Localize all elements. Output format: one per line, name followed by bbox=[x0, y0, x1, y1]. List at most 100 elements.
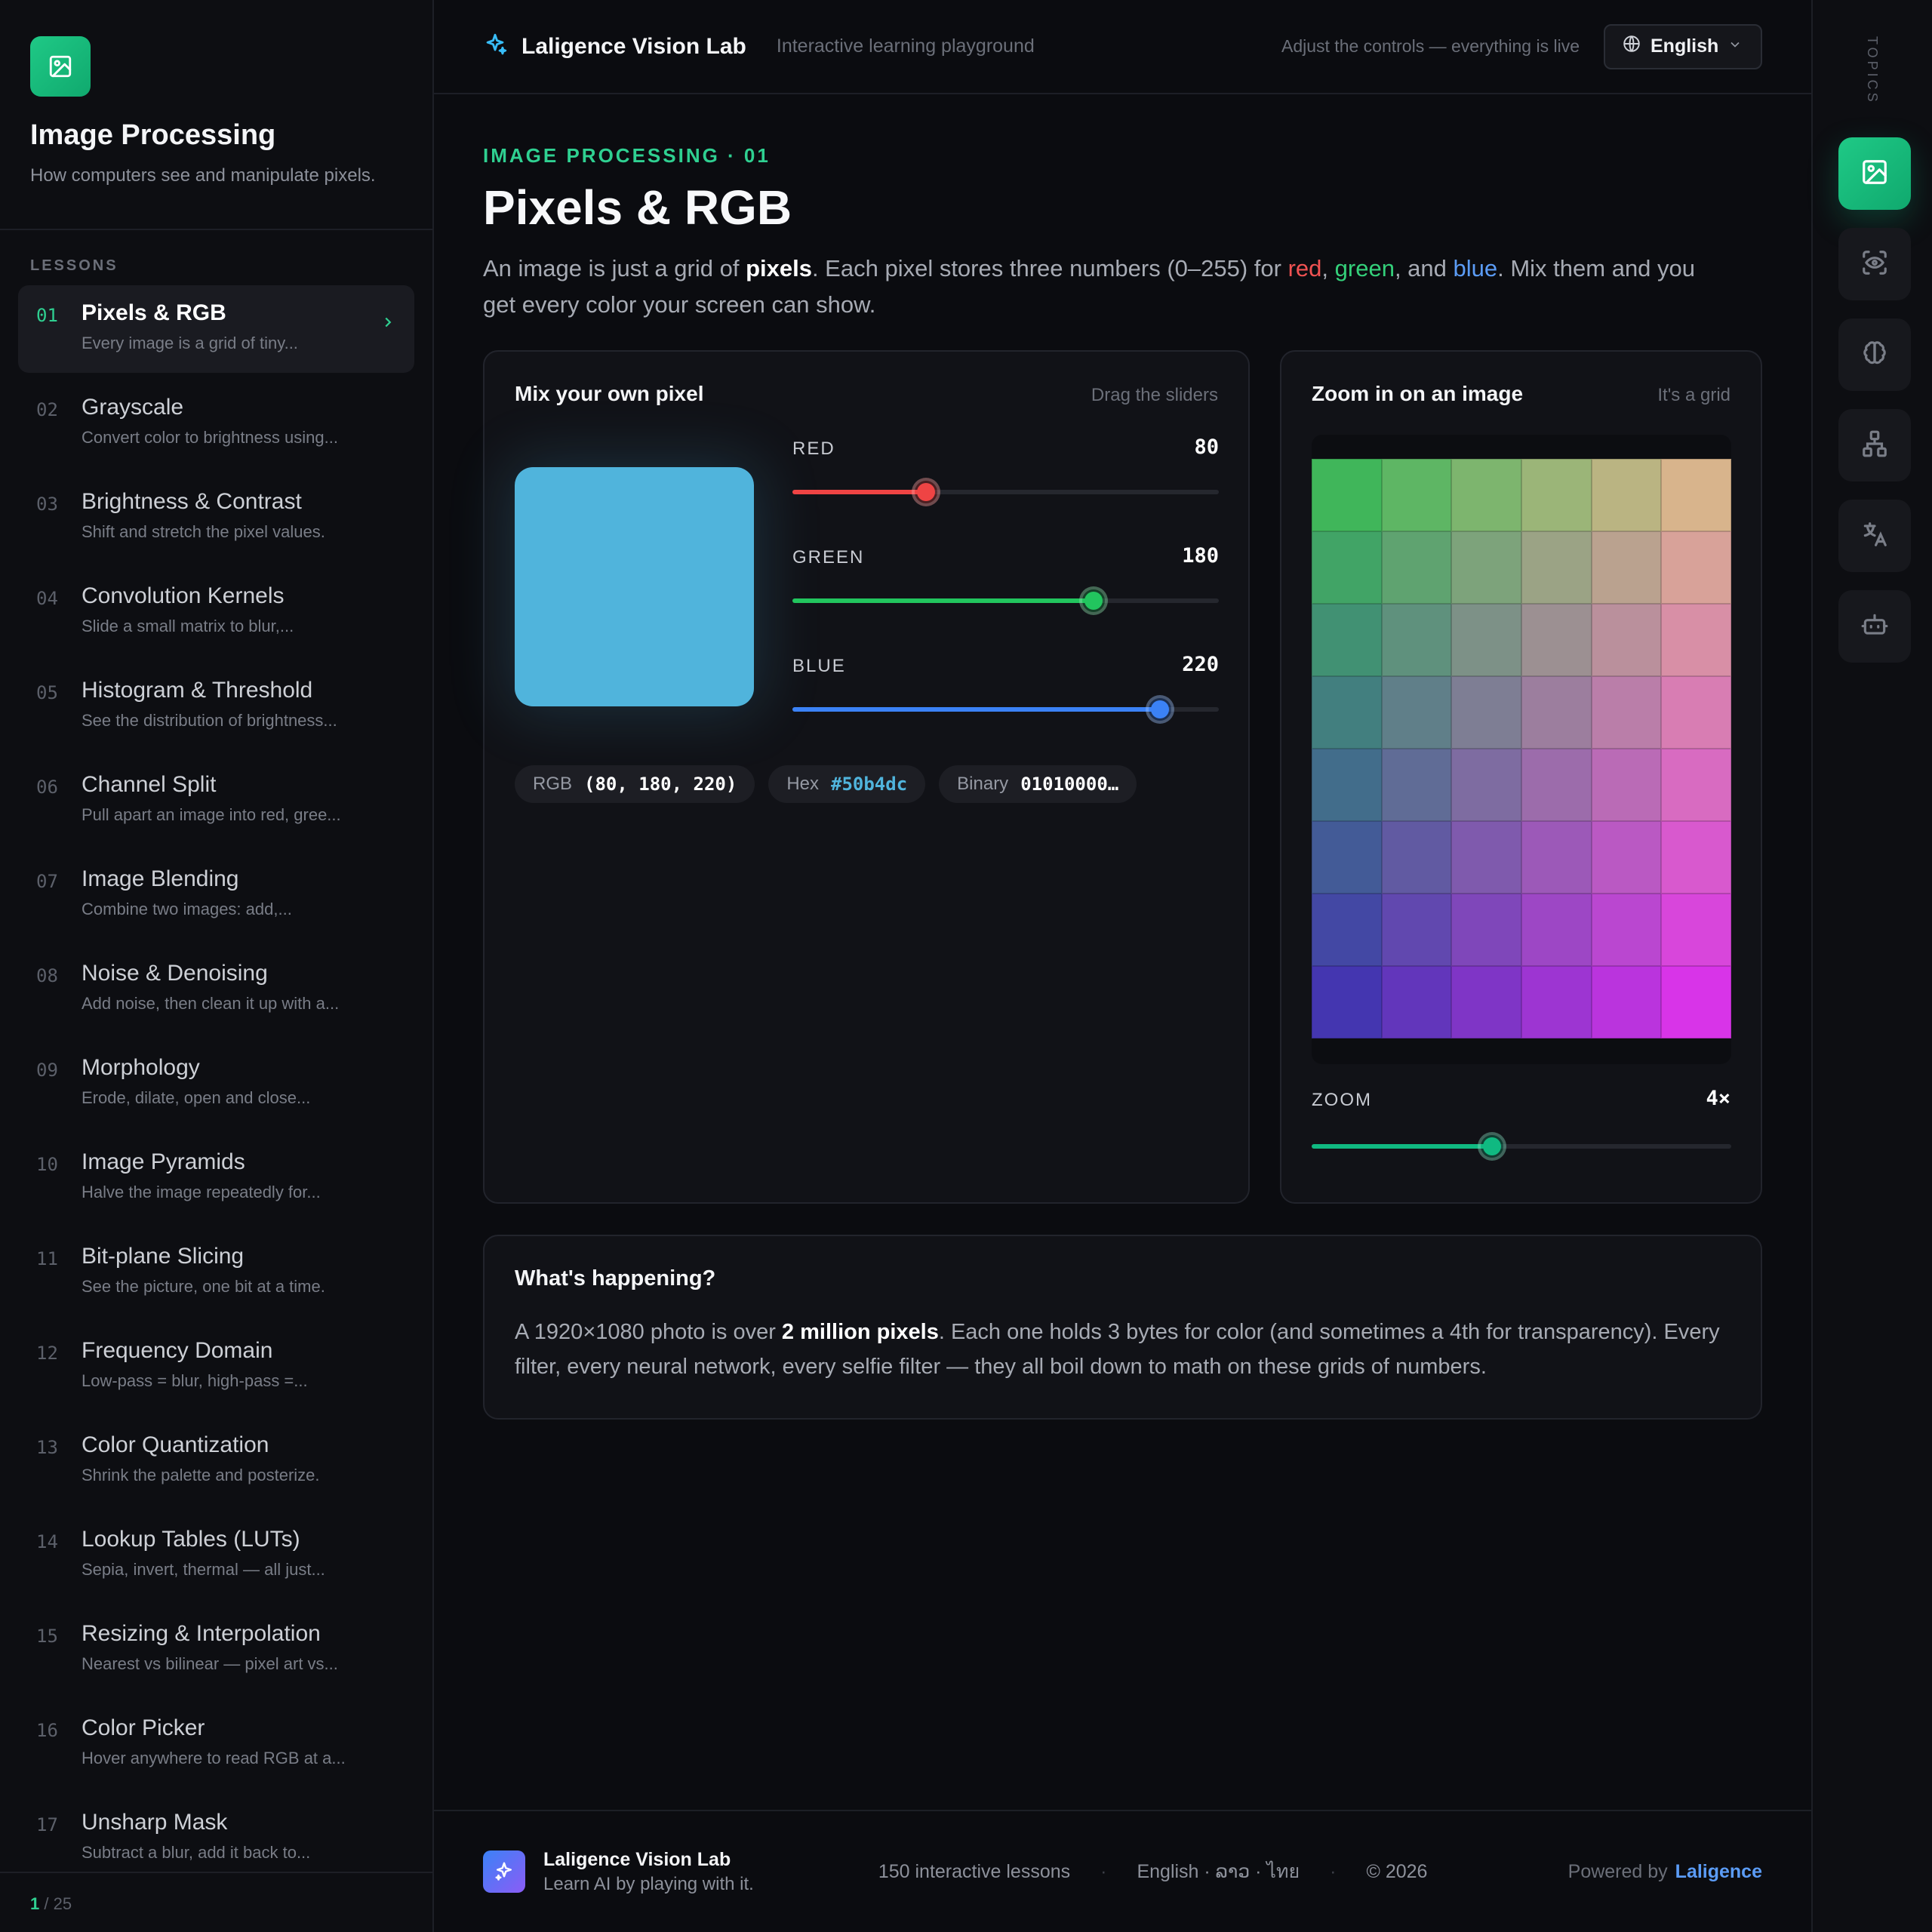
slider-thumb[interactable] bbox=[1078, 586, 1108, 615]
pixel-cell[interactable] bbox=[1381, 531, 1452, 604]
sidebar-lesson-item[interactable]: 01 Pixels & RGB Every image is a grid of t… bbox=[18, 285, 414, 373]
lesson-description: Low-pass = blur, high-pass =... bbox=[82, 1371, 308, 1390]
pixel-grid[interactable] bbox=[1312, 459, 1731, 1038]
pixel-cell[interactable] bbox=[1591, 821, 1662, 894]
pixel-cell[interactable] bbox=[1312, 604, 1382, 676]
pixel-cell[interactable] bbox=[1451, 966, 1521, 1038]
powered-by-link[interactable]: Laligence bbox=[1675, 1861, 1762, 1882]
slider-thumb[interactable] bbox=[1146, 695, 1175, 724]
sidebar-lesson-item[interactable]: 09 Morphology Erode, dilate, open and clos… bbox=[18, 1040, 414, 1128]
pixel-cell[interactable] bbox=[1591, 531, 1662, 604]
pixel-cell[interactable] bbox=[1381, 604, 1452, 676]
sidebar-lesson-item[interactable]: 16 Color Picker Hover anywhere to read RGB… bbox=[18, 1700, 414, 1788]
slider-track[interactable] bbox=[792, 478, 1219, 506]
pixel-cell[interactable] bbox=[1521, 459, 1592, 531]
pixel-cell[interactable] bbox=[1661, 676, 1731, 749]
pixel-cell[interactable] bbox=[1521, 676, 1592, 749]
sidebar-lesson-item[interactable]: 03 Brightness & Contrast Shift and stretch… bbox=[18, 474, 414, 561]
lesson-description: Add noise, then clean it up with a... bbox=[82, 994, 340, 1013]
lesson-title: Image Blending bbox=[82, 866, 239, 891]
pixel-cell[interactable] bbox=[1661, 894, 1731, 966]
lessons-section-label: LESSONS bbox=[30, 257, 118, 274]
pixel-cell[interactable] bbox=[1661, 749, 1731, 821]
topic-language[interactable] bbox=[1838, 500, 1911, 572]
pixel-cell[interactable] bbox=[1661, 604, 1731, 676]
pixel-cell[interactable] bbox=[1312, 531, 1382, 604]
pixel-cell[interactable] bbox=[1312, 749, 1382, 821]
sidebar-lesson-item[interactable]: 12 Frequency Domain Low-pass = blur, high-… bbox=[18, 1323, 414, 1411]
pixel-cell[interactable] bbox=[1591, 966, 1662, 1038]
pixel-cell[interactable] bbox=[1521, 604, 1592, 676]
pixel-cell[interactable] bbox=[1312, 894, 1382, 966]
sidebar-lesson-item[interactable]: 17 Unsharp Mask Subtract a blur, add it ba… bbox=[18, 1795, 414, 1882]
pixel-cell[interactable] bbox=[1451, 749, 1521, 821]
value-chip[interactable]: Binary 01010000… bbox=[939, 765, 1137, 803]
pixel-cell[interactable] bbox=[1312, 821, 1382, 894]
lesson-description: See the picture, one bit at a time. bbox=[82, 1277, 325, 1296]
pixel-cell[interactable] bbox=[1381, 894, 1452, 966]
pixel-cell[interactable] bbox=[1591, 459, 1662, 531]
pixel-cell[interactable] bbox=[1661, 531, 1731, 604]
sidebar-lesson-item[interactable]: 05 Histogram & Threshold See the distribut… bbox=[18, 663, 414, 750]
pixel-cell[interactable] bbox=[1312, 676, 1382, 749]
pixel-cell[interactable] bbox=[1381, 821, 1452, 894]
zoom-slider[interactable] bbox=[1312, 1132, 1731, 1161]
pixel-cell[interactable] bbox=[1451, 821, 1521, 894]
pixel-cell[interactable] bbox=[1451, 531, 1521, 604]
pixel-cell[interactable] bbox=[1381, 749, 1452, 821]
slider-track[interactable] bbox=[792, 695, 1219, 724]
sidebar-lesson-item[interactable]: 08 Noise & Denoising Add noise, then clean… bbox=[18, 946, 414, 1033]
pixel-cell[interactable] bbox=[1521, 894, 1592, 966]
brain-icon bbox=[1860, 339, 1889, 371]
pixel-cell[interactable] bbox=[1591, 676, 1662, 749]
pixel-cell[interactable] bbox=[1312, 459, 1382, 531]
zoom-card: Zoom in on an image It's a grid ZOOM 4× bbox=[1280, 350, 1762, 1204]
slider-track[interactable] bbox=[792, 586, 1219, 615]
pixel-cell[interactable] bbox=[1661, 459, 1731, 531]
sidebar-lesson-item[interactable]: 15 Resizing & Interpolation Nearest vs bil… bbox=[18, 1606, 414, 1694]
pixel-cell[interactable] bbox=[1521, 821, 1592, 894]
pixel-cell[interactable] bbox=[1451, 604, 1521, 676]
color-value-chips: RGB (80, 180, 220) Hex #50b4dc Binary 0101000… bbox=[515, 765, 1137, 803]
sidebar: Image Processing How computers see and m… bbox=[0, 0, 434, 1932]
pixel-cell[interactable] bbox=[1381, 676, 1452, 749]
lesson-description: Halve the image repeatedly for... bbox=[82, 1183, 321, 1201]
lesson-text: Lookup Tables (LUTs) Sepia, invert, therm… bbox=[82, 1527, 325, 1599]
topic-agents[interactable] bbox=[1838, 590, 1911, 663]
pixel-cell[interactable] bbox=[1381, 966, 1452, 1038]
topic-neural-networks[interactable] bbox=[1838, 318, 1911, 391]
topic-graphs[interactable] bbox=[1838, 409, 1911, 481]
pixel-cell[interactable] bbox=[1451, 894, 1521, 966]
pixel-cell[interactable] bbox=[1381, 459, 1452, 531]
sidebar-lesson-item[interactable]: 04 Convolution Kernels Slide a small matri… bbox=[18, 568, 414, 656]
pixel-cell[interactable] bbox=[1521, 749, 1592, 821]
sidebar-lesson-item[interactable]: 13 Color Quantization Shrink the palette a… bbox=[18, 1417, 414, 1505]
pixel-cell[interactable] bbox=[1591, 604, 1662, 676]
color-swatch bbox=[515, 467, 754, 706]
value-chip[interactable]: RGB (80, 180, 220) bbox=[515, 765, 755, 803]
pixel-cell[interactable] bbox=[1661, 966, 1731, 1038]
lesson-title: Noise & Denoising bbox=[82, 961, 268, 986]
value-chip[interactable]: Hex #50b4dc bbox=[768, 765, 926, 803]
slider-thumb[interactable] bbox=[912, 478, 941, 506]
pixel-cell[interactable] bbox=[1591, 894, 1662, 966]
topic-image-processing[interactable] bbox=[1838, 137, 1911, 210]
topic-computer-vision[interactable] bbox=[1838, 228, 1911, 300]
zoom-slider-thumb[interactable] bbox=[1478, 1132, 1507, 1161]
sidebar-lesson-item[interactable]: 14 Lookup Tables (LUTs) Sepia, invert, the… bbox=[18, 1512, 414, 1599]
pixel-cell[interactable] bbox=[1451, 676, 1521, 749]
pixel-cell[interactable] bbox=[1521, 966, 1592, 1038]
sidebar-lesson-item[interactable]: 06 Channel Split Pull apart an image into … bbox=[18, 757, 414, 844]
pixel-cell[interactable] bbox=[1451, 459, 1521, 531]
pixel-cell[interactable] bbox=[1591, 749, 1662, 821]
sidebar-lesson-item[interactable]: 11 Bit-plane Slicing See the picture, one … bbox=[18, 1229, 414, 1316]
sidebar-lesson-item[interactable]: 02 Grayscale Convert color to brightness u… bbox=[18, 380, 414, 467]
sidebar-lesson-item[interactable]: 07 Image Blending Combine two images: add,… bbox=[18, 851, 414, 939]
sidebar-lesson-item[interactable]: 10 Image Pyramids Halve the image repeated… bbox=[18, 1134, 414, 1222]
pixel-cell[interactable] bbox=[1521, 531, 1592, 604]
sparkle-icon bbox=[482, 32, 508, 61]
pixel-cell[interactable] bbox=[1312, 966, 1382, 1038]
lesson-title: Frequency Domain bbox=[82, 1338, 273, 1363]
language-select[interactable]: English bbox=[1604, 23, 1762, 69]
pixel-cell[interactable] bbox=[1661, 821, 1731, 894]
